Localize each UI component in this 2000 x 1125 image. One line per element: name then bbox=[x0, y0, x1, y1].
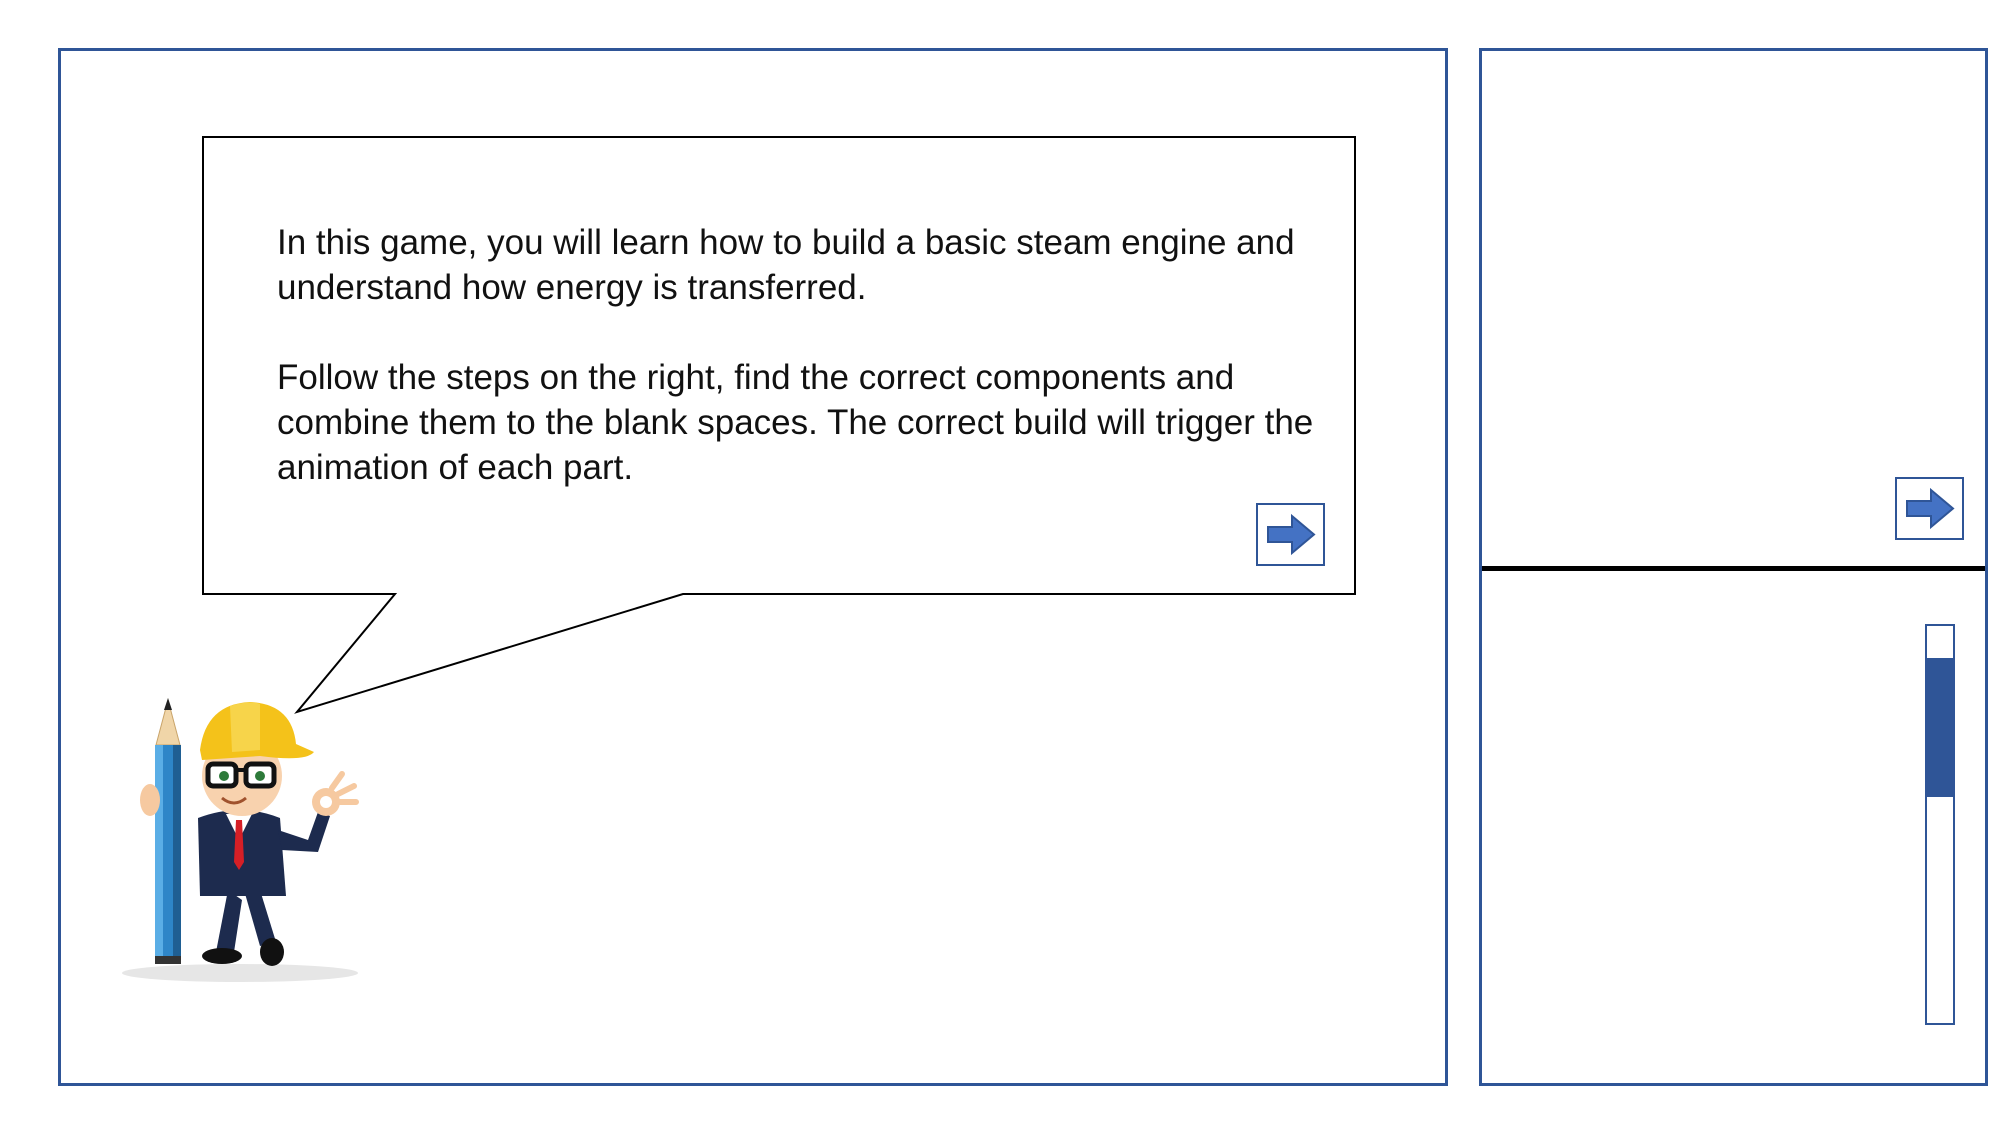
intro-text: In this game, you will learn how to buil… bbox=[277, 220, 1337, 535]
steps-side-panel bbox=[1479, 48, 1988, 1086]
progress-thumb[interactable] bbox=[1927, 657, 1953, 797]
side-panel-divider bbox=[1482, 566, 1985, 571]
engineer-character bbox=[122, 698, 359, 982]
right-arrow-icon bbox=[1267, 513, 1316, 556]
intro-paragraph-2: Follow the steps on the right, find the … bbox=[277, 358, 1314, 487]
intro-paragraph-1: In this game, you will learn how to buil… bbox=[277, 223, 1295, 307]
progress-scrollbar[interactable] bbox=[1925, 624, 1955, 1025]
bubble-next-button[interactable] bbox=[1256, 503, 1325, 566]
right-arrow-icon bbox=[1906, 487, 1955, 530]
side-next-button[interactable] bbox=[1895, 477, 1964, 540]
